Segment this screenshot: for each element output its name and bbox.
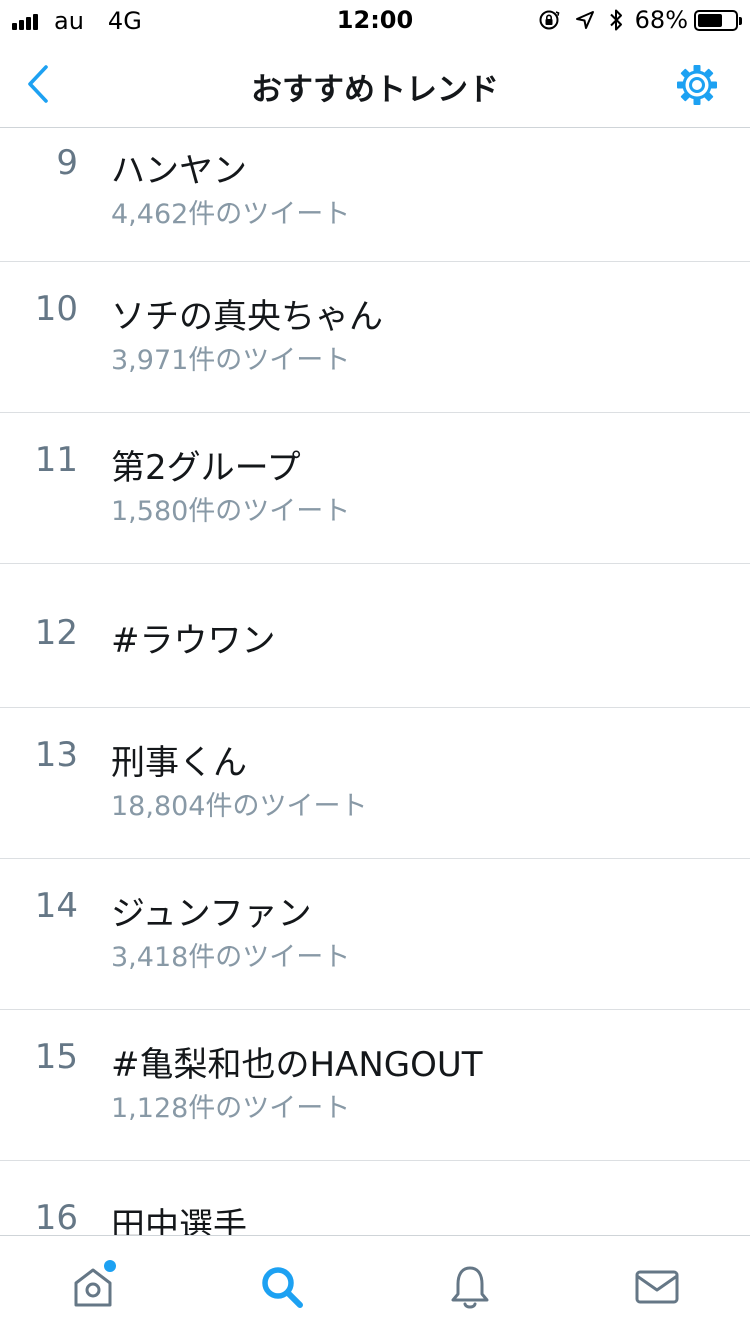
envelope-icon	[635, 1270, 679, 1304]
trend-name: ハンヤン	[111, 151, 247, 191]
trend-name: 第2グループ	[111, 448, 301, 488]
trend-item[interactable]: 12 #ラウワン	[0, 564, 750, 708]
trend-rank: 10	[34, 289, 78, 329]
battery-icon	[694, 9, 742, 31]
tab-search[interactable]	[259, 1264, 305, 1310]
tab-notifications[interactable]	[447, 1264, 493, 1310]
trend-tweet-count: 1,580件のツイート	[111, 496, 351, 527]
trend-tweet-count: 3,418件のツイート	[111, 942, 351, 973]
trend-rank: 11	[34, 440, 78, 480]
screen: au 4G 12:00 68% おすすめトレンド 9 ハンヤン 4,462件のツ…	[0, 0, 750, 1334]
trend-tweet-count: 4,462件のツイート	[111, 199, 351, 230]
trend-rank: 15	[34, 1037, 78, 1077]
trend-tweet-count: 18,804件のツイート	[111, 791, 368, 822]
trend-name: 刑事くん	[111, 743, 247, 783]
bell-icon	[451, 1266, 489, 1309]
settings-button[interactable]	[674, 62, 720, 108]
trend-name: ジュンファン	[111, 894, 312, 934]
trend-item[interactable]: 11 第2グループ 1,580件のツイート	[0, 413, 750, 564]
trend-name: ソチの真央ちゃん	[111, 297, 383, 337]
trend-rank: 12	[34, 613, 78, 653]
trend-item[interactable]: 15 #亀梨和也のHANGOUT 1,128件のツイート	[0, 1010, 750, 1161]
home-notification-dot	[104, 1260, 116, 1272]
trend-item[interactable]: 13 刑事くん 18,804件のツイート	[0, 708, 750, 859]
tab-messages[interactable]	[634, 1264, 680, 1310]
status-bar: au 4G 12:00 68%	[0, 0, 750, 40]
tab-home[interactable]	[70, 1260, 116, 1310]
status-right: 68%	[523, 6, 742, 34]
trend-item[interactable]: 14 ジュンファン 3,418件のツイート	[0, 859, 750, 1010]
trend-rank: 9	[56, 143, 78, 183]
trend-name: #ラウワン	[111, 621, 276, 661]
bluetooth-icon	[609, 8, 623, 32]
trend-item[interactable]: 9 ハンヤン 4,462件のツイート	[0, 129, 750, 262]
trend-rank: 14	[34, 886, 78, 926]
trend-item[interactable]: 10 ソチの真央ちゃん 3,971件のツイート	[0, 262, 750, 413]
trend-tweet-count: 1,128件のツイート	[111, 1093, 351, 1124]
tab-bar	[0, 1235, 750, 1334]
trend-name: #亀梨和也のHANGOUT	[111, 1045, 483, 1085]
battery-level-fill	[698, 13, 723, 27]
trend-tweet-count: 3,971件のツイート	[111, 345, 351, 376]
orientation-lock-icon	[537, 8, 561, 32]
navigation-bar: おすすめトレンド	[0, 40, 750, 128]
page-title: おすすめトレンド	[251, 72, 499, 108]
search-icon	[262, 1267, 303, 1308]
battery-percent: 68%	[634, 6, 688, 34]
trend-rank: 16	[34, 1198, 78, 1238]
trend-rank: 13	[34, 735, 78, 775]
trend-list: 9 ハンヤン 4,462件のツイート 10 ソチの真央ちゃん 3,971件のツイート 11 第…	[0, 129, 750, 1281]
gear-icon	[677, 65, 717, 105]
location-arrow-icon	[575, 10, 595, 30]
